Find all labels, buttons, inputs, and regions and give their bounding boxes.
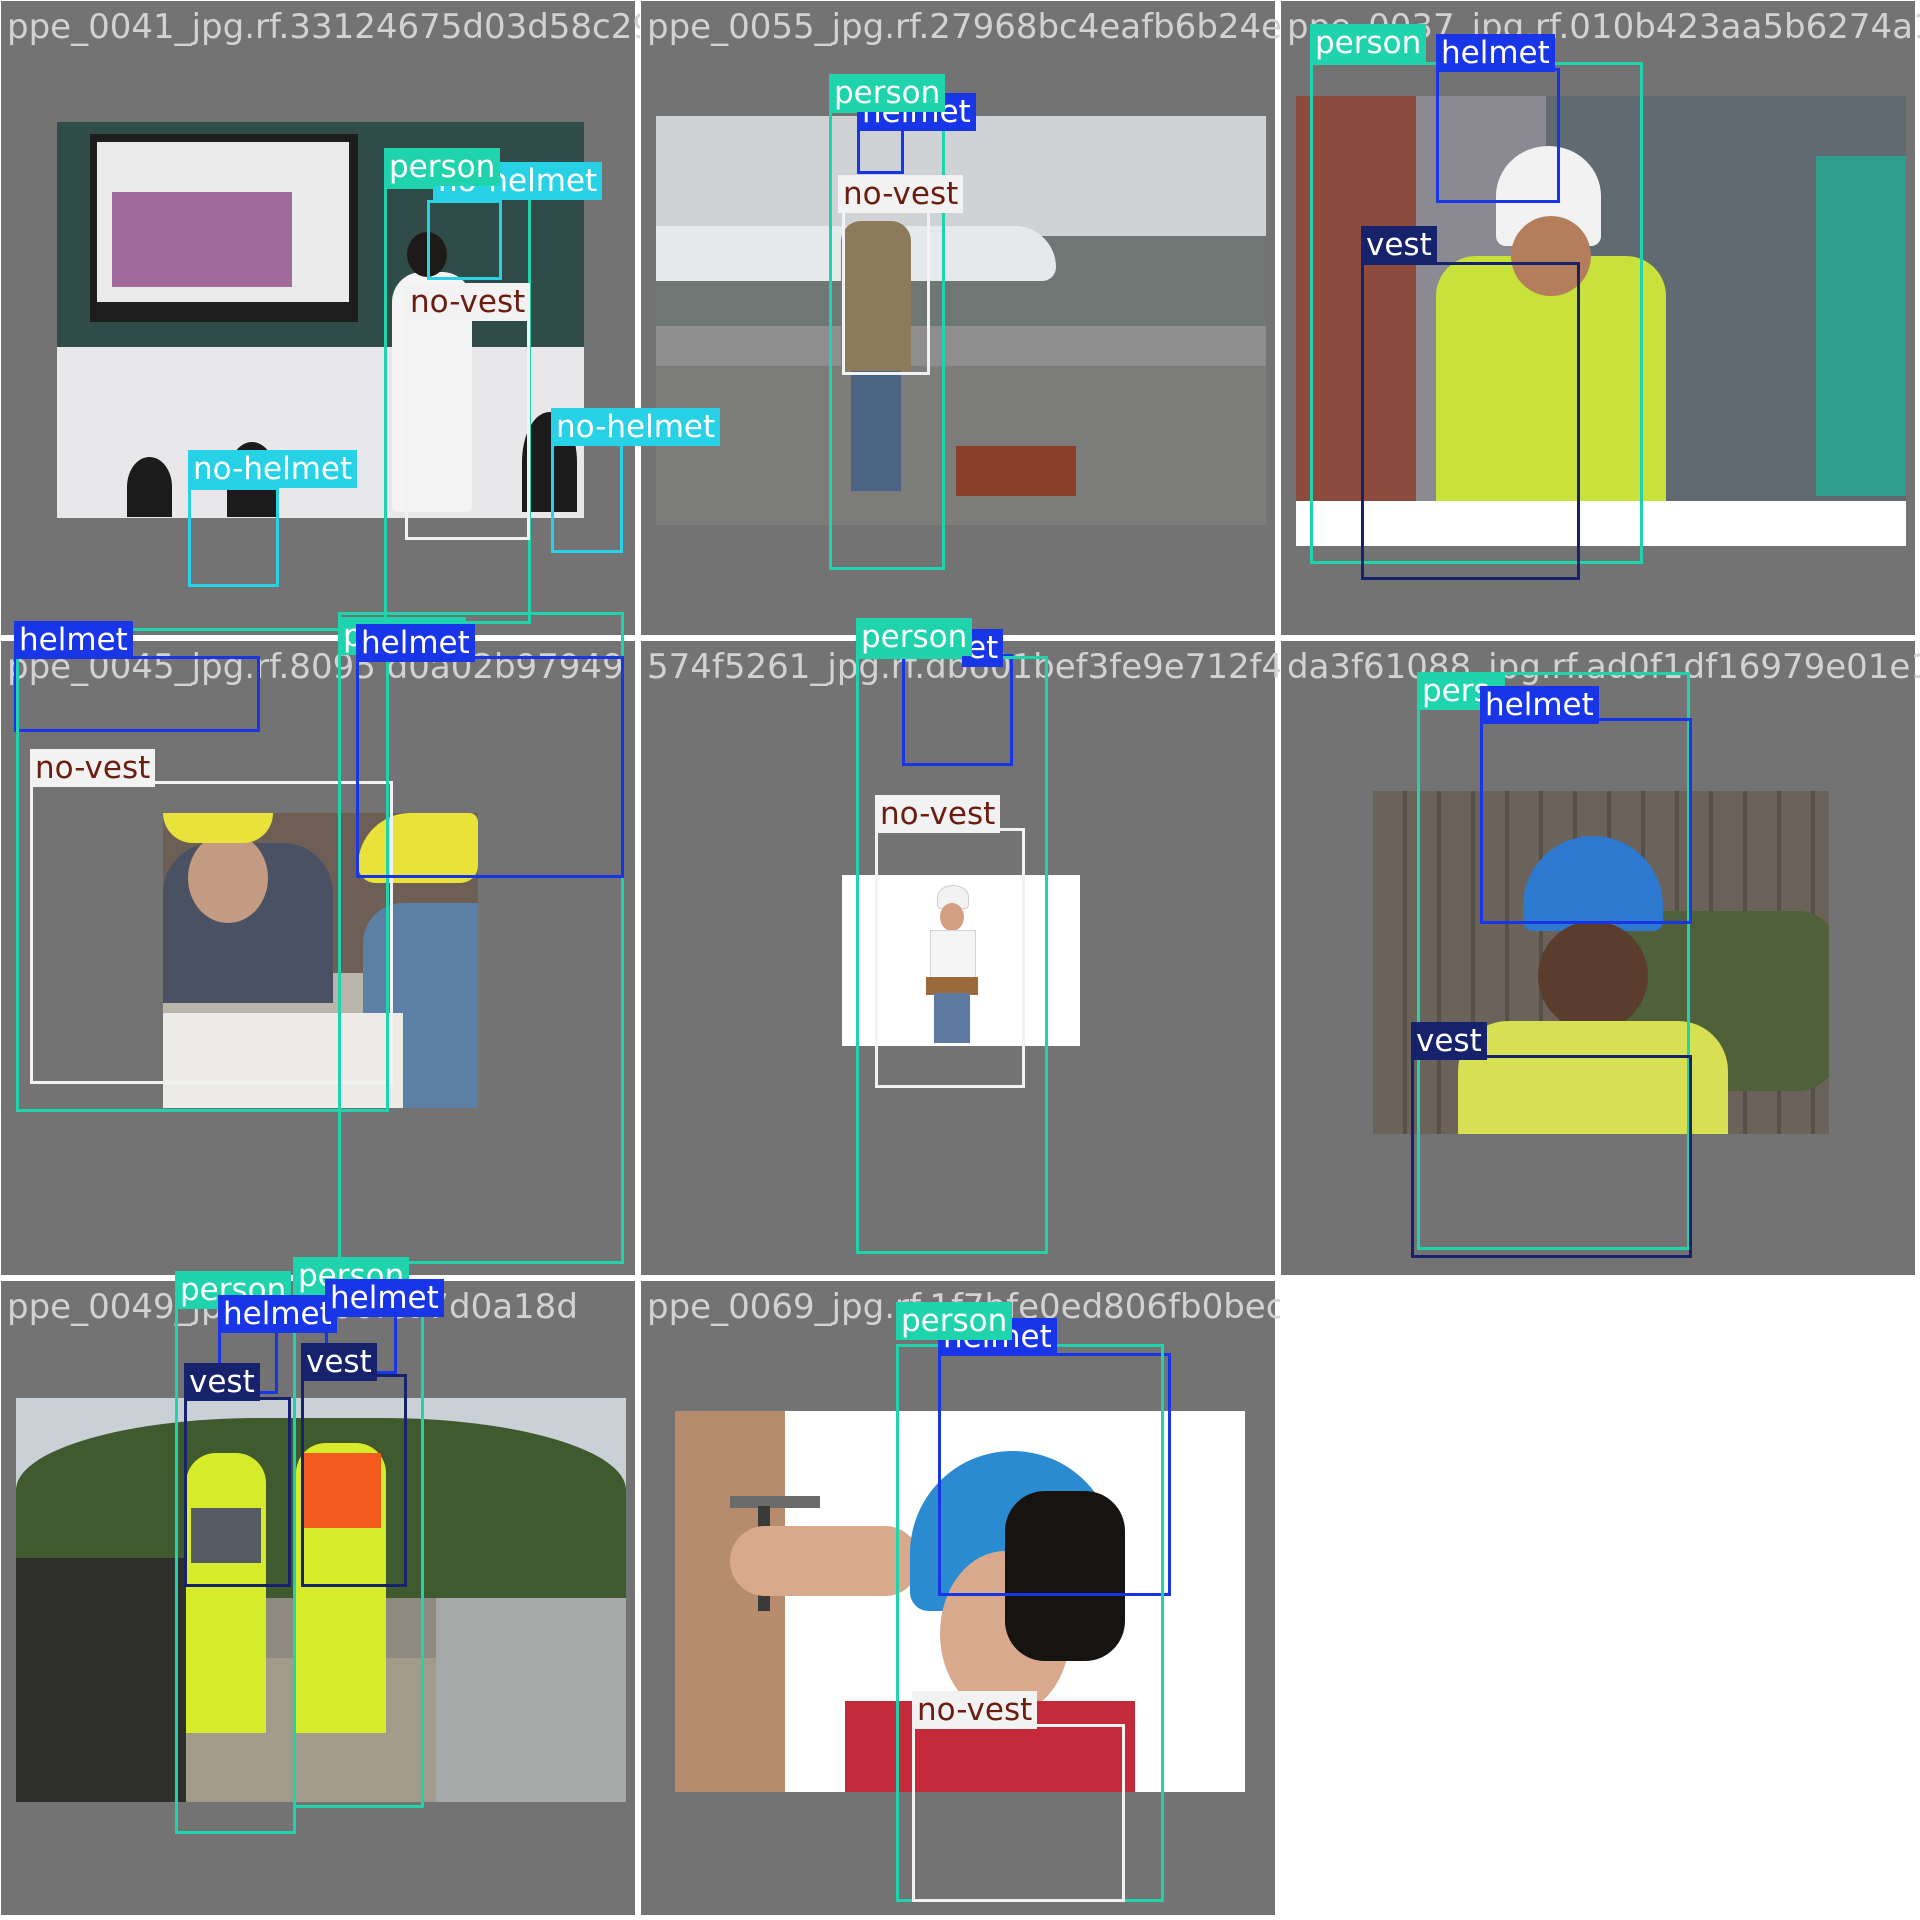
woman-toolbelt-photo	[842, 875, 1080, 1046]
tile-filename: ppe_0037_jpg.rf.010b423aa5b6274a1	[1287, 7, 1920, 47]
tile-filename: da3f61088_jpg.rf.ad0f1df16979e01e13	[1287, 647, 1920, 687]
tile-5: 574f5261_jpg.rf.db601bef3fe9e712f4	[640, 640, 1283, 1276]
classroom-photo	[57, 122, 584, 518]
surveyors-photo	[16, 1398, 626, 1802]
tile-1: ppe_0041_jpg.rf.33124675d03d58c29ffe4c8	[0, 0, 760, 636]
empty-slot	[1280, 1280, 1920, 1920]
roofer-photo	[1296, 96, 1906, 546]
tile-2: ppe_0055_jpg.rf.27968bc4eafb6b24e1	[640, 0, 1304, 636]
tile-filename: ppe_0049_jpg.rf.5e00fcd7d0a18d	[7, 1287, 578, 1327]
blue-helmet-man-photo	[1373, 791, 1829, 1134]
detection-mosaic: ppe_0041_jpg.rf.33124675d03d58c29ffe4c8 …	[0, 0, 1920, 1920]
woman-hammer-photo	[675, 1411, 1245, 1792]
tile-7: ppe_0049_jpg.rf.5e00fcd7d0a18d	[0, 1280, 636, 1916]
tile-8: ppe_0069_jpg.rf.1f7bfe0ed806fb0becfb4c7a	[640, 1280, 1401, 1916]
railway-photo	[656, 116, 1266, 525]
tile-filename: 574f5261_jpg.rf.db601bef3fe9e712f4	[647, 647, 1284, 687]
tile-filename: ppe_0055_jpg.rf.27968bc4eafb6b24e1	[647, 7, 1304, 47]
tile-3: ppe_0037_jpg.rf.010b423aa5b6274a1	[1280, 0, 1920, 636]
tile-6: da3f61088_jpg.rf.ad0f1df16979e01e13	[1280, 640, 1920, 1276]
tile-4: ppe_0045_jpg.rf.8095 d0a02b97949	[0, 640, 636, 1276]
tile-filename: ppe_0045_jpg.rf.8095 d0a02b97949	[7, 647, 624, 687]
engineers-photo	[163, 813, 478, 1108]
